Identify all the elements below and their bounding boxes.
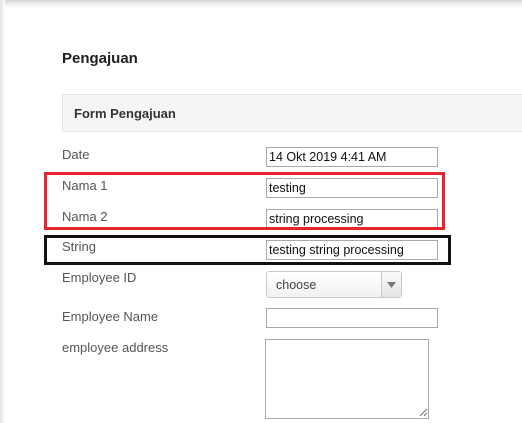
page-title: Pengajuan xyxy=(62,50,138,67)
select-arrow-button[interactable] xyxy=(381,272,401,297)
nama1-input[interactable] xyxy=(266,178,438,198)
string-input[interactable] xyxy=(266,240,438,260)
nama1-label: Nama 1 xyxy=(62,178,108,193)
left-edge-shadow xyxy=(0,0,5,423)
resize-grip-icon[interactable] xyxy=(418,407,428,417)
nama2-input[interactable] xyxy=(266,209,438,229)
employee-name-input[interactable] xyxy=(266,308,438,328)
date-input[interactable] xyxy=(266,147,438,167)
employee-id-selected-value: choose xyxy=(276,278,317,292)
employee-id-select[interactable]: choose xyxy=(266,271,402,298)
chevron-down-icon xyxy=(387,282,396,288)
employee-address-textarea[interactable] xyxy=(265,339,429,419)
form-section-header: Form Pengajuan xyxy=(62,94,522,132)
form-section-title: Form Pengajuan xyxy=(74,106,176,121)
string-label: String xyxy=(62,239,96,254)
employee-name-label: Employee Name xyxy=(62,309,159,324)
top-edge-shadow xyxy=(0,0,522,8)
nama2-label: Nama 2 xyxy=(62,209,108,224)
date-label: Date xyxy=(62,147,90,162)
employee-id-label: Employee ID xyxy=(62,270,137,285)
employee-address-label: employee address xyxy=(62,340,169,355)
